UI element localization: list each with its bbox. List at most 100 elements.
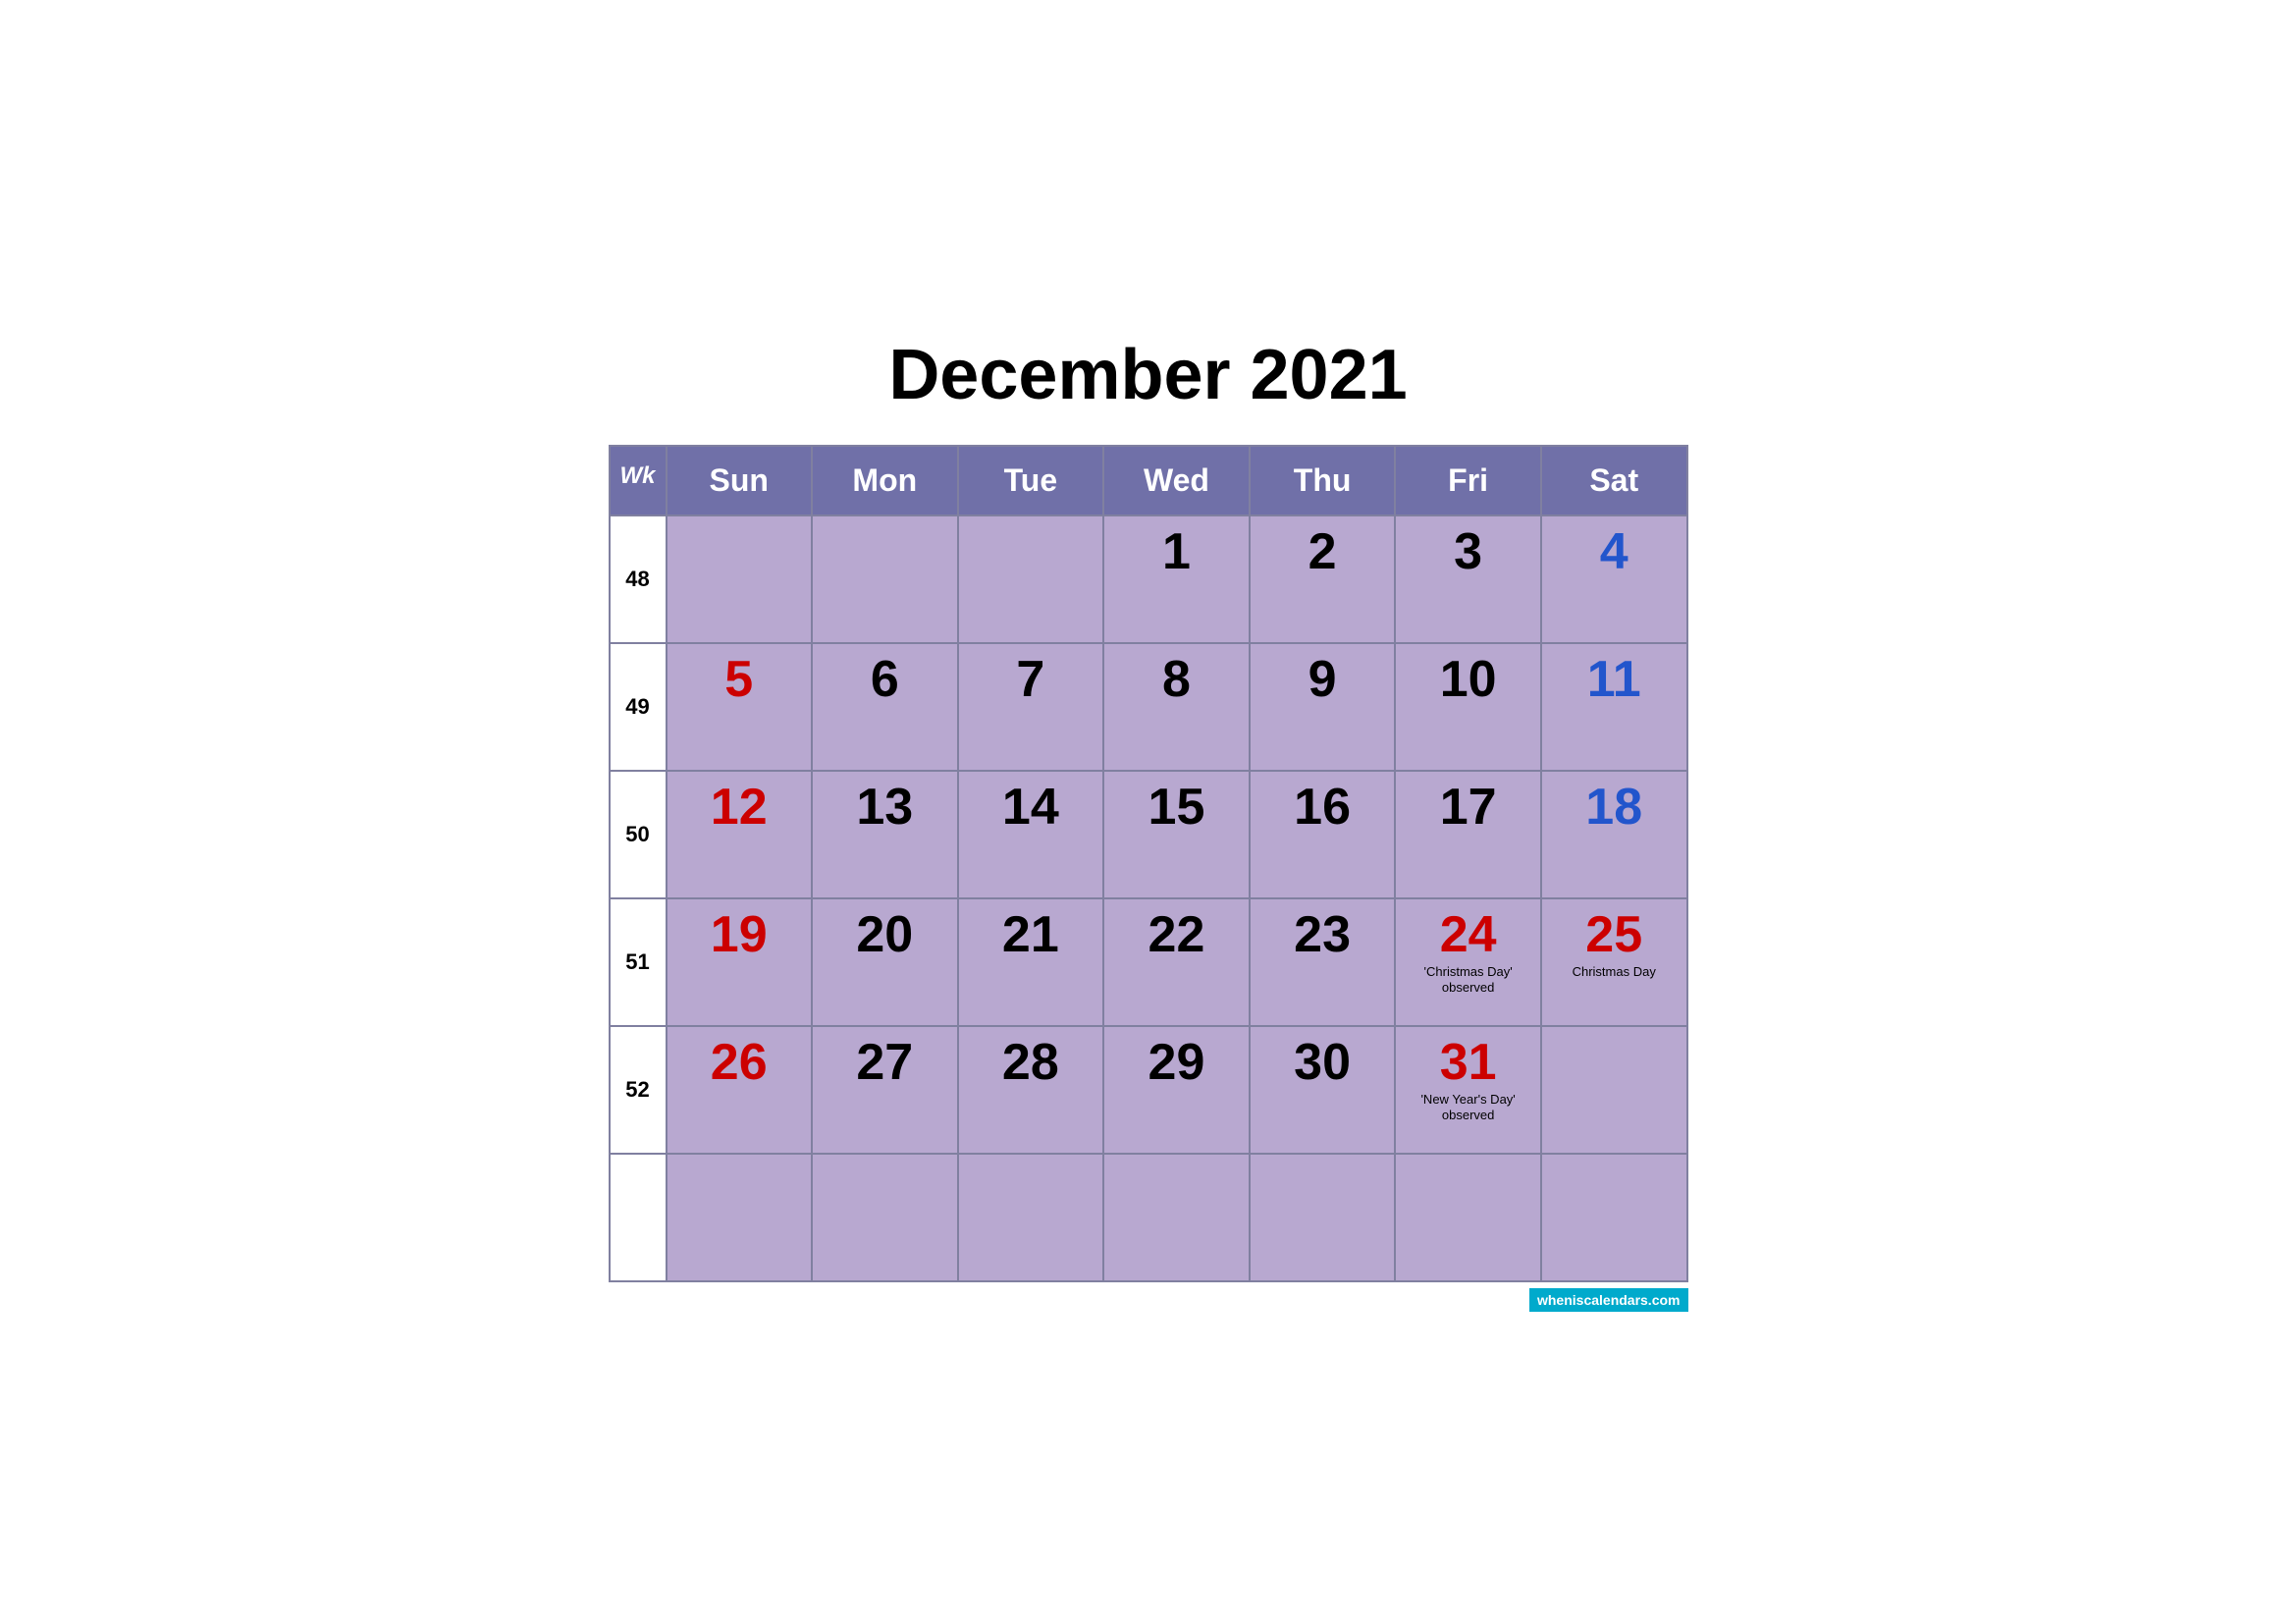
day-cell: 10	[1395, 643, 1541, 771]
day-number: 24	[1408, 909, 1528, 960]
day-cell: 4	[1541, 515, 1687, 643]
day-number: 1	[1116, 526, 1237, 577]
extra-cell	[1103, 1154, 1250, 1281]
day-number: 11	[1554, 654, 1675, 705]
calendar-table: Wk Sun Mon Tue Wed Thu Fri Sat 48 12344 9 5…	[609, 445, 1688, 1282]
day-number: 18	[1554, 782, 1675, 833]
day-cell: 2	[1250, 515, 1395, 643]
day-number: 5	[679, 654, 799, 705]
holiday-label: 'New Year's Day' observed	[1408, 1092, 1528, 1125]
week-row-52: 5226 27 28 29 30 31 'New Year's Day' observed	[610, 1026, 1687, 1154]
day-cell: 23	[1250, 898, 1395, 1026]
extra-cell	[1250, 1154, 1395, 1281]
day-number: 4	[1554, 526, 1675, 577]
day-cell: 25 Christmas Day	[1541, 898, 1687, 1026]
day-number: 13	[825, 782, 945, 833]
week-row-49: 49567891011	[610, 643, 1687, 771]
day-cell: 27	[812, 1026, 958, 1154]
header-row: Wk Sun Mon Tue Wed Thu Fri Sat	[610, 446, 1687, 515]
day-number: 29	[1116, 1037, 1237, 1088]
holiday-label: Christmas Day	[1554, 964, 1675, 981]
day-cell: 9	[1250, 643, 1395, 771]
day-cell: 19	[667, 898, 812, 1026]
day-cell: 15	[1103, 771, 1250, 898]
day-cell: 6	[812, 643, 958, 771]
day-cell: 17	[1395, 771, 1541, 898]
day-cell: 8	[1103, 643, 1250, 771]
day-number: 2	[1262, 526, 1382, 577]
day-number: 27	[825, 1037, 945, 1088]
day-number: 28	[971, 1037, 1091, 1088]
day-number: 26	[679, 1037, 799, 1088]
watermark-text: wheniscalendars.com	[1529, 1288, 1688, 1312]
day-cell: 5	[667, 643, 812, 771]
day-number: 16	[1262, 782, 1382, 833]
day-cell: 11	[1541, 643, 1687, 771]
mon-header: Mon	[812, 446, 958, 515]
day-cell: 31 'New Year's Day' observed	[1395, 1026, 1541, 1154]
watermark: wheniscalendars.com	[609, 1282, 1688, 1310]
day-number: 31	[1408, 1037, 1528, 1088]
week-number-48: 48	[610, 515, 667, 643]
extra-cell	[958, 1154, 1103, 1281]
day-number: 25	[1554, 909, 1675, 960]
day-cell	[667, 515, 812, 643]
week-number-51: 51	[610, 898, 667, 1026]
day-number: 3	[1408, 526, 1528, 577]
calendar-title: December 2021	[609, 315, 1688, 445]
day-cell: 22	[1103, 898, 1250, 1026]
extra-cell	[1541, 1154, 1687, 1281]
calendar-body: 4812344956789101150121314151617185119202…	[610, 515, 1687, 1281]
day-cell: 24 'Christmas Day' observed	[1395, 898, 1541, 1026]
day-number: 10	[1408, 654, 1528, 705]
day-number: 12	[679, 782, 799, 833]
week-row-50: 5012 13 14 15 16 17 18	[610, 771, 1687, 898]
day-cell: 14	[958, 771, 1103, 898]
day-number: 15	[1116, 782, 1237, 833]
calendar-container: December 2021 Wk Sun Mon Tue Wed Thu Fri…	[609, 315, 1688, 1310]
thu-header: Thu	[1250, 446, 1395, 515]
day-number: 20	[825, 909, 945, 960]
day-cell: 30	[1250, 1026, 1395, 1154]
extra-cell	[610, 1154, 667, 1281]
day-number: 14	[971, 782, 1091, 833]
holiday-label: 'Christmas Day' observed	[1408, 964, 1528, 998]
day-cell	[1541, 1026, 1687, 1154]
day-cell: 18	[1541, 771, 1687, 898]
day-cell: 20	[812, 898, 958, 1026]
week-row-51: 5119 20 21 22 23 24 'Christmas Day' observed 25…	[610, 898, 1687, 1026]
day-number: 6	[825, 654, 945, 705]
day-cell: 21	[958, 898, 1103, 1026]
extra-cell	[667, 1154, 812, 1281]
day-number: 22	[1116, 909, 1237, 960]
day-cell: 29	[1103, 1026, 1250, 1154]
extra-empty-row	[610, 1154, 1687, 1281]
day-cell	[812, 515, 958, 643]
day-number: 9	[1262, 654, 1382, 705]
week-number-52: 52	[610, 1026, 667, 1154]
sat-header: Sat	[1541, 446, 1687, 515]
day-number: 21	[971, 909, 1091, 960]
day-number: 19	[679, 909, 799, 960]
wk-header: Wk	[610, 446, 667, 515]
week-row-48: 48 1234	[610, 515, 1687, 643]
day-number: 23	[1262, 909, 1382, 960]
day-cell	[958, 515, 1103, 643]
tue-header: Tue	[958, 446, 1103, 515]
sun-header: Sun	[667, 446, 812, 515]
day-cell: 26	[667, 1026, 812, 1154]
week-number-50: 50	[610, 771, 667, 898]
fri-header: Fri	[1395, 446, 1541, 515]
day-cell: 3	[1395, 515, 1541, 643]
wed-header: Wed	[1103, 446, 1250, 515]
day-number: 8	[1116, 654, 1237, 705]
day-cell: 7	[958, 643, 1103, 771]
day-cell: 16	[1250, 771, 1395, 898]
day-cell: 28	[958, 1026, 1103, 1154]
extra-cell	[812, 1154, 958, 1281]
day-cell: 13	[812, 771, 958, 898]
day-number: 7	[971, 654, 1091, 705]
day-number: 17	[1408, 782, 1528, 833]
day-cell: 1	[1103, 515, 1250, 643]
day-number: 30	[1262, 1037, 1382, 1088]
